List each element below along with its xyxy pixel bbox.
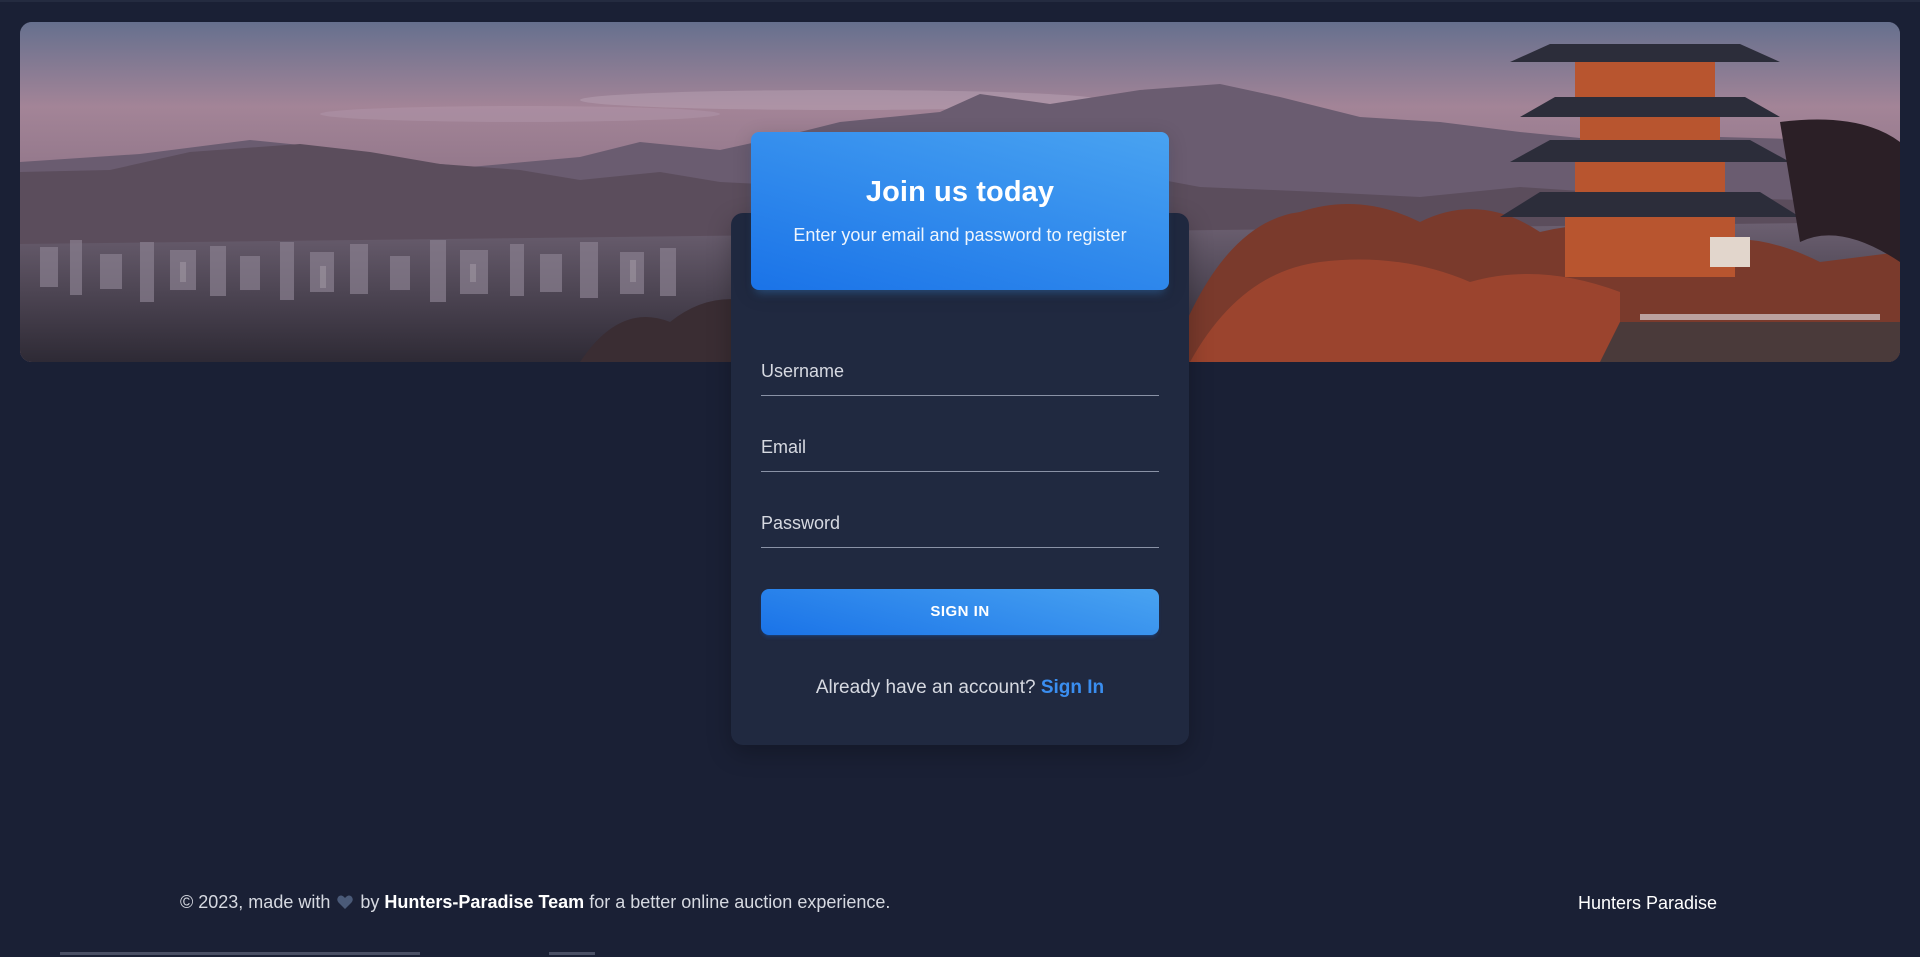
footer-brand-link[interactable]: Hunters Paradise <box>1578 893 1717 914</box>
heart-icon <box>337 895 354 909</box>
card-header: Join us today Enter your email and passw… <box>751 132 1169 290</box>
scrollbar-fragment <box>60 952 420 955</box>
card-subtitle: Enter your email and password to registe… <box>793 225 1127 245</box>
sign-in-link[interactable]: Sign In <box>1041 677 1104 698</box>
copyright-prefix: © 2023, made with <box>180 892 331 912</box>
password-field[interactable]: Password <box>761 503 1163 549</box>
password-input[interactable] <box>761 503 1163 549</box>
copyright-suffix: for a better online auction experience. <box>589 892 891 912</box>
username-input[interactable] <box>761 351 1163 397</box>
card-title: Join us today <box>865 176 1055 208</box>
team-name-link[interactable]: Hunters-Paradise Team <box>384 892 584 912</box>
register-card <box>731 213 1189 745</box>
signin-prompt-row: Already have an account? Sign In <box>731 677 1189 699</box>
email-field[interactable]: Email <box>761 427 1163 473</box>
scrollbar-fragment-2 <box>549 952 595 955</box>
sign-in-button[interactable]: SIGN IN <box>761 589 1159 635</box>
top-border <box>0 0 1920 2</box>
username-field[interactable]: Username <box>761 351 1163 397</box>
email-input[interactable] <box>761 427 1163 473</box>
copyright-by: by <box>360 892 380 912</box>
footer-copyright: © 2023, made with by Hunters-Paradise Te… <box>180 892 890 913</box>
signin-prompt-text: Already have an account? <box>815 677 1036 698</box>
